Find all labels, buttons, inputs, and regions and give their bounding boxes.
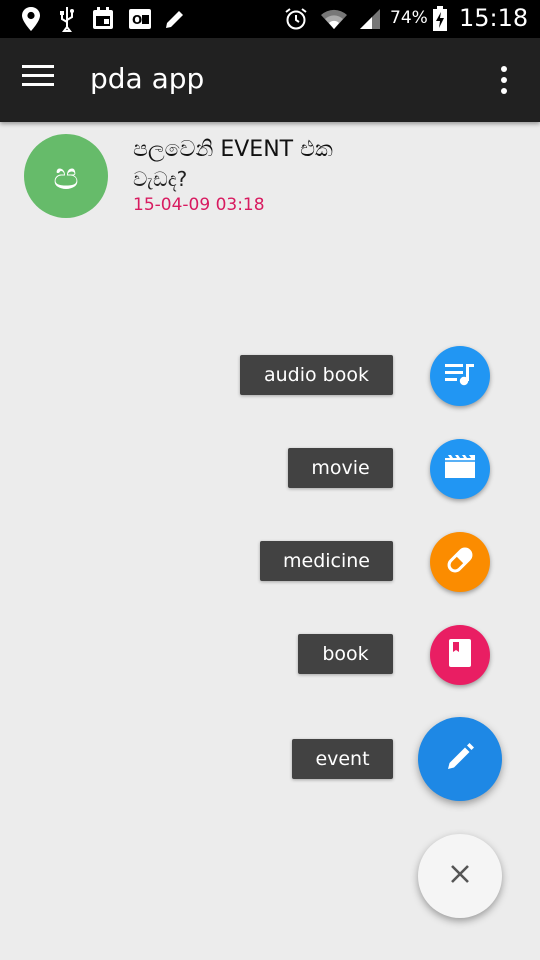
medicine-label[interactable]: medicine xyxy=(260,541,393,581)
item-subtitle: වැඩද? xyxy=(133,167,188,191)
alarm-icon xyxy=(284,6,308,32)
pencil-icon xyxy=(445,742,475,776)
movie-icon xyxy=(444,454,476,484)
list-item[interactable]: ප පලවෙනි EVENT එක වැඩද? 15-04-09 03:18 xyxy=(0,122,540,228)
avatar: ප xyxy=(24,134,108,218)
item-date: 15-04-09 03:18 xyxy=(133,195,265,215)
queue-music-icon xyxy=(444,361,476,391)
book-button[interactable] xyxy=(430,625,490,685)
audio-book-label[interactable]: audio book xyxy=(240,355,393,395)
calendar-icon xyxy=(92,6,114,32)
battery-charging-icon xyxy=(432,6,448,32)
book-label[interactable]: book xyxy=(298,634,393,674)
usb-icon xyxy=(58,6,76,32)
wifi-icon xyxy=(320,6,348,32)
close-icon xyxy=(450,864,470,888)
more-vert-icon[interactable] xyxy=(492,64,516,98)
status-bar: O 74% 15:18 xyxy=(0,0,540,38)
location-icon xyxy=(20,6,42,32)
battery-percent: 74% xyxy=(390,8,428,28)
app-title: pda app xyxy=(90,62,205,95)
item-title: පලවෙනි EVENT එක xyxy=(133,137,333,162)
event-label[interactable]: event xyxy=(292,739,393,779)
audio-book-button[interactable] xyxy=(430,346,490,406)
close-fab-button[interactable] xyxy=(418,834,502,918)
status-time: 15:18 xyxy=(459,4,529,32)
svg-text:O: O xyxy=(132,13,142,27)
movie-label[interactable]: movie xyxy=(288,448,393,488)
event-button[interactable] xyxy=(418,717,502,801)
medicine-button[interactable] xyxy=(430,532,490,592)
hamburger-menu-icon[interactable] xyxy=(22,64,62,96)
outlook-icon: O xyxy=(128,6,152,32)
app-bar: pda app xyxy=(0,38,540,122)
pill-icon xyxy=(445,545,475,579)
movie-button[interactable] xyxy=(430,439,490,499)
signal-icon xyxy=(358,6,382,32)
edit-icon xyxy=(164,6,186,32)
book-icon xyxy=(447,638,473,672)
